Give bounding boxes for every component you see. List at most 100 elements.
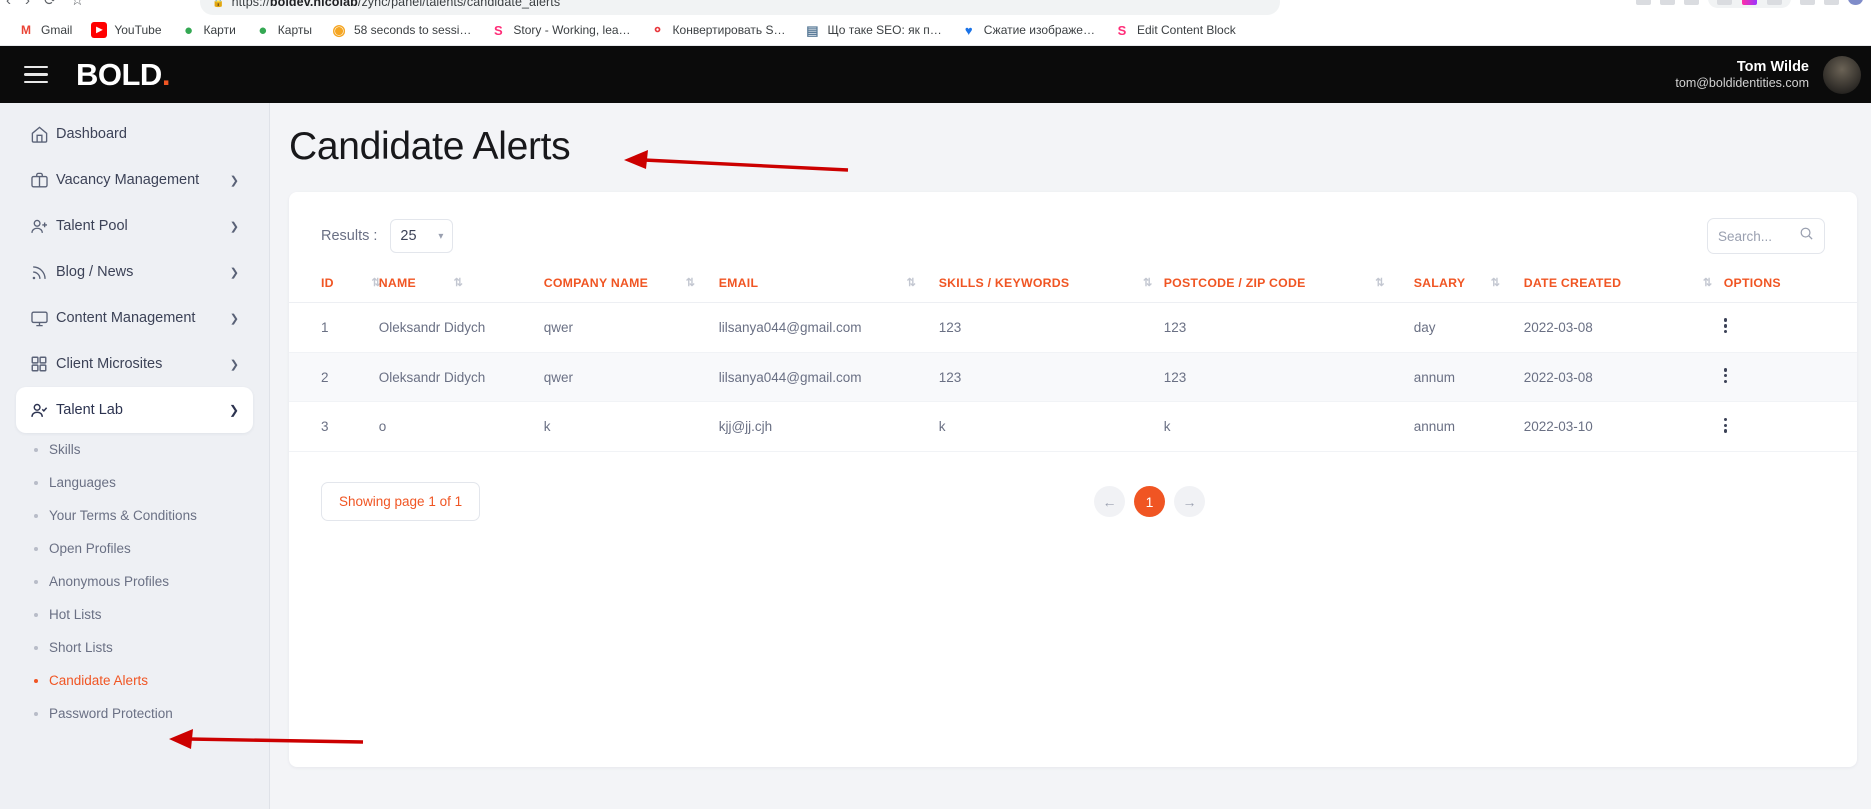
column-header-email[interactable]: EMAIL ⇅ [718,270,939,303]
row-options-menu-icon[interactable] [1723,366,1728,386]
search-box[interactable] [1707,218,1825,254]
sidebar-subitem-candidate-alerts[interactable]: Candidate Alerts [18,664,269,697]
brand-dot-icon: . [161,56,171,92]
hamburger-menu-icon[interactable] [24,61,48,89]
column-header-date-created[interactable]: DATE CREATED ⇅ [1523,270,1724,303]
pagination-prev-button[interactable]: ← [1094,486,1125,518]
sort-icon[interactable]: ⇅ [1491,276,1500,289]
row-options-menu-icon[interactable] [1723,316,1728,336]
column-header-skills-keywords[interactable]: SKILLS / KEYWORDS ⇅ [938,270,1164,303]
extension-chip-group[interactable] [1708,0,1791,8]
sidebar-item-vacancy-management[interactable]: Vacancy Management ❯ [16,157,253,203]
table-row[interactable]: 3 o k kjj@jj.cjh k k annum 2022-03-10 [289,401,1857,453]
pagination-page-1-button[interactable]: 1 [1134,486,1165,518]
cell-company: qwer [543,352,719,403]
bookmark-label: 58 seconds to sessi… [353,23,472,37]
sidebar-subitem-languages[interactable]: Languages [18,466,269,499]
bookmark-item[interactable]: ♥ Сжатие изображе… [953,19,1103,41]
bookmark-label: Edit Content Block [1136,23,1236,37]
cell-id: 2 [289,352,379,403]
sidebar-subitem-anonymous-profiles[interactable]: Anonymous Profiles [18,565,269,598]
sort-icon[interactable]: ⇅ [1375,276,1384,289]
column-header-company-name[interactable]: COMPANY NAME ⇅ [543,270,719,303]
table-body: 1 Oleksandr Didych qwer lilsanya044@gmai… [289,302,1857,453]
sidebar-item-talent-lab[interactable]: Talent Lab ❯ [16,387,253,433]
profile-avatar-icon[interactable] [1848,0,1863,5]
reload-icon[interactable]: ⟳ [44,0,57,9]
chevron-down-icon: ❯ [228,403,239,417]
sidebar-subitem-label: Skills [49,442,81,457]
cell-skills: 123 [938,352,1164,403]
downloads-icon[interactable] [1660,0,1675,5]
candidate-alerts-card: Results : 25 ▾ ID ⇅ NA [289,192,1857,767]
bullet-icon [34,645,38,650]
sort-icon[interactable]: ⇅ [371,276,380,289]
sidebar-subitem-label: Candidate Alerts [49,673,149,688]
table-row[interactable]: 1 Oleksandr Didych qwer lilsanya044@gmai… [289,302,1857,353]
user-email: tom@boldidentities.com [1675,75,1809,90]
results-per-page-select[interactable]: 25 ▾ [390,219,454,253]
bookmark-item[interactable]: S Story - Working, lea… [482,19,638,41]
bookmark-icon[interactable]: ☆ [71,0,84,9]
user-info[interactable]: Tom Wilde tom@boldidentities.com [1675,58,1809,92]
pagination-next-button[interactable]: → [1174,486,1205,518]
puzzle-icon[interactable] [1717,0,1732,5]
url-path: /zync/panel/talents/candidate_alerts [357,0,561,9]
column-header-salary[interactable]: SALARY ⇅ [1413,270,1524,303]
sidebar-item-dashboard[interactable]: Dashboard [16,111,253,157]
card-toolbar: Results : 25 ▾ [289,192,1857,254]
cell-email: kjj@jj.cjh [718,401,939,453]
brand-logo[interactable]: BOLD. [76,57,170,93]
sidebar-subitem-short-lists[interactable]: Short Lists [18,631,269,664]
home-extension-icon[interactable] [1767,0,1782,5]
bullet-icon [34,711,38,716]
sidebar-item-blog-news[interactable]: Blog / News ❯ [16,249,253,295]
bookmark-item[interactable]: M Gmail [10,19,80,41]
sort-icon[interactable]: ⇅ [686,276,695,289]
bookmark-item[interactable]: ⚬ Конвертировать S… [642,19,794,41]
bookmark-item[interactable]: ▶ YouTube [83,19,169,41]
bookmark-item[interactable]: S Edit Content Block [1106,19,1244,41]
back-icon[interactable]: ‹ [6,0,11,9]
sort-icon[interactable]: ⇅ [1143,276,1152,289]
key-icon[interactable] [1800,0,1815,5]
extension-icon[interactable] [1636,0,1651,5]
bookmark-item[interactable]: ◉ 58 seconds to sessi… [323,19,479,41]
sidebar-subitem-your-terms-conditions[interactable]: Your Terms & Conditions [18,499,269,532]
bookmark-item[interactable]: ● Карти [173,19,244,41]
row-options-menu-icon[interactable] [1723,415,1728,435]
bookmark-item[interactable]: ● Карты [247,19,320,41]
sidebar-item-content-management[interactable]: Content Management ❯ [16,295,253,341]
bookmark-item[interactable]: ▤ Що таке SEO: як п… [796,19,949,41]
sort-icon[interactable]: ⇅ [1703,276,1712,289]
sidebar-item-talent-pool[interactable]: Talent Pool ❯ [16,203,253,249]
sidebar-subitem-hot-lists[interactable]: Hot Lists [18,598,269,631]
column-header-id[interactable]: ID ⇅ [289,270,381,303]
sort-icon[interactable]: ⇅ [907,276,916,289]
sidebar-subitem-skills[interactable]: Skills [18,433,269,466]
column-header-name[interactable]: NAME ⇅ [378,270,544,303]
search-icon[interactable] [1799,226,1814,246]
sidebar-subitem-open-profiles[interactable]: Open Profiles [18,532,269,565]
column-label: OPTIONS [1723,276,1781,290]
avatar[interactable] [1823,55,1861,94]
brand-text: BOLD [76,56,162,92]
candidate-alerts-table: ID ⇅ NAME ⇅ COMPANY NAME ⇅ EMAIL ⇅ SKILL… [289,270,1857,453]
address-bar[interactable]: 🔒 https://boldev.nicolab/zync/panel/tale… [200,0,1280,15]
sidebar-subitem-password-protection[interactable]: Password Protection [18,697,269,730]
column-label: SKILLS / KEYWORDS [938,276,1070,290]
sidebar-subitem-label: Languages [49,475,116,490]
window-icon[interactable] [1824,0,1839,5]
column-header-postcode-zip-code[interactable]: POSTCODE / ZIP CODE ⇅ [1163,270,1414,303]
colorful-extension-icon[interactable] [1742,0,1757,5]
collapse-icon[interactable] [1684,0,1699,5]
search-input[interactable] [1718,228,1799,244]
forward-icon[interactable]: › [25,0,30,9]
table-row[interactable]: 2 Oleksandr Didych qwer lilsanya044@gmai… [289,352,1857,403]
sort-icon[interactable]: ⇅ [454,276,463,289]
sidebar-item-client-microsites[interactable]: Client Microsites ❯ [16,341,253,387]
pagination-row: Showing page 1 of 1 ← 1 → [289,452,1857,522]
cell-date: 2022-03-08 [1523,302,1724,353]
cell-skills: 123 [938,302,1164,353]
user-plus-icon [30,217,56,236]
